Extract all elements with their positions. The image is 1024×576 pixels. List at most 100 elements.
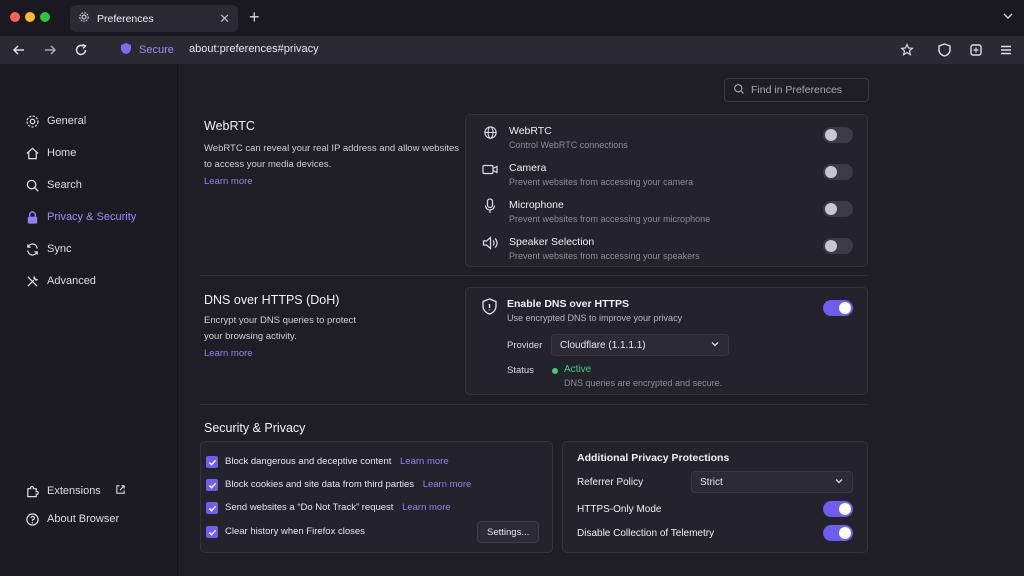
speaker-row-title: Speaker Selection (509, 236, 595, 248)
camera-toggle[interactable] (823, 164, 853, 180)
microphone-icon (482, 198, 498, 214)
sidebar-item-label: Privacy & Security (47, 211, 137, 223)
section-title-webrtc: WebRTC (204, 119, 255, 133)
back-arrow-icon[interactable] (11, 42, 27, 58)
sidebar-item-advanced[interactable]: Advanced (24, 272, 96, 290)
webrtc-toggle[interactable] (823, 127, 853, 143)
sidebar-item-general[interactable]: General (24, 112, 86, 130)
security-checks-card: Block dangerous and deceptive content Le… (200, 441, 553, 553)
external-link-icon (115, 484, 126, 498)
referrer-policy-value: Strict (700, 476, 723, 488)
search-icon (733, 83, 745, 98)
minimize-window-button[interactable] (25, 12, 35, 22)
check-label: Clear history when Firefox closes (225, 526, 365, 537)
close-tab-icon[interactable]: ✕ (219, 11, 230, 27)
microphone-row-title: Microphone (509, 199, 564, 211)
sidebar-item-privacy-security[interactable]: Privacy & Security (24, 208, 136, 226)
webrtc-learn-more-link[interactable]: Learn more (204, 176, 253, 187)
additional-protections-title: Additional Privacy Protections (577, 452, 730, 464)
sidebar-item-label: Advanced (47, 275, 96, 287)
telemetry-label: Disable Collection of Telemetry (577, 528, 715, 539)
shield-icon (481, 297, 497, 315)
referrer-policy-select[interactable]: Strict (691, 471, 853, 493)
check-label: Block cookies and site data from third p… (225, 479, 472, 490)
check-block-dangerous[interactable] (206, 456, 218, 468)
check-clear-history[interactable] (206, 526, 218, 538)
tab-title: Preferences (97, 12, 154, 25)
sidebar-item-extensions[interactable]: Extensions (24, 482, 126, 500)
provider-select[interactable]: Cloudflare (1.1.1.1) (551, 334, 729, 356)
section-desc-doh: Encrypt your DNS queries to protect your… (204, 315, 357, 342)
camera-icon (482, 161, 498, 177)
sidebar-item-sync[interactable]: Sync (24, 240, 71, 258)
sync-icon (24, 241, 40, 257)
learn-more-link[interactable]: Learn more (423, 479, 472, 490)
doh-enable-title: Enable DNS over HTTPS (507, 298, 629, 310)
shield-icon (120, 42, 132, 58)
provider-value: Cloudflare (1.1.1.1) (560, 339, 646, 351)
gear-icon (78, 11, 90, 26)
maximize-window-button[interactable] (40, 12, 50, 22)
tab-preferences[interactable]: Preferences ✕ (70, 5, 238, 32)
gear-icon (24, 113, 40, 129)
status-subtitle: DNS queries are encrypted and secure. (564, 378, 723, 388)
sidebar-item-label: Home (47, 147, 77, 159)
forward-arrow-icon[interactable] (42, 42, 58, 58)
close-window-button[interactable] (10, 12, 20, 22)
microphone-toggle[interactable] (823, 201, 853, 217)
sidebar-item-home[interactable]: Home (24, 144, 76, 162)
referrer-policy-label: Referrer Policy (577, 477, 644, 488)
sidebar-item-search[interactable]: Search (24, 176, 82, 194)
preferences-content: Find in Preferences WebRTC WebRTC can re… (179, 64, 1024, 576)
telemetry-toggle[interactable] (823, 525, 853, 541)
doh-enable-subtitle: Use encrypted DNS to improve your privac… (507, 313, 683, 323)
microphone-row-subtitle: Prevent websites from accessing your mic… (509, 214, 711, 224)
tools-icon (24, 273, 40, 289)
speaker-selection-toggle[interactable] (823, 238, 853, 254)
camera-row-subtitle: Prevent websites from accessing your cam… (509, 177, 694, 187)
history-settings-button[interactable]: Settings... (477, 521, 540, 543)
section-title-doh: DNS over HTTPS (DoH) (204, 293, 340, 307)
hamburger-menu-icon[interactable] (998, 42, 1014, 58)
doh-learn-more-link[interactable]: Learn more (204, 348, 253, 359)
learn-more-link[interactable]: Learn more (402, 502, 451, 513)
sidebar-item-about[interactable]: About Browser (24, 510, 119, 528)
extensions-icon[interactable] (968, 42, 984, 58)
check-label: Block dangerous and deceptive content Le… (225, 456, 449, 467)
provider-label: Provider (507, 340, 543, 351)
sidebar-item-label: About Browser (47, 513, 120, 525)
check-do-not-track[interactable] (206, 502, 218, 514)
doh-settings-card: Enable DNS over HTTPS Use encrypted DNS … (465, 287, 868, 395)
status-dot (552, 368, 558, 374)
learn-more-link[interactable]: Learn more (400, 456, 449, 467)
sidebar-item-label: Sync (47, 243, 72, 255)
home-icon (24, 145, 40, 161)
https-only-label: HTTPS-Only Mode (577, 504, 662, 515)
camera-row-title: Camera (509, 162, 547, 174)
help-circle-icon (24, 511, 40, 527)
section-title-security: Security & Privacy (204, 421, 306, 435)
secure-indicator[interactable]: Secure (120, 42, 174, 58)
chevron-down-icon (710, 339, 720, 352)
reload-icon[interactable] (73, 42, 89, 58)
puzzle-icon (24, 483, 40, 499)
new-tab-button[interactable]: + (249, 7, 260, 28)
star-icon[interactable] (899, 42, 915, 58)
check-block-cookies[interactable] (206, 479, 218, 491)
webrtc-settings-card: WebRTC Control WebRTC connections Camera… (465, 114, 868, 267)
shield-icon[interactable] (936, 42, 952, 58)
find-placeholder: Find in Preferences (751, 84, 843, 96)
status-value: Active (564, 364, 592, 375)
speaker-icon (482, 235, 498, 251)
status-label: Status (507, 365, 534, 376)
section-divider (200, 275, 868, 276)
speaker-row-subtitle: Prevent websites from accessing your spe… (509, 251, 700, 261)
webrtc-row-title: WebRTC (509, 125, 552, 137)
find-in-preferences-input[interactable]: Find in Preferences (724, 78, 869, 102)
https-only-toggle[interactable] (823, 501, 853, 517)
address-bar[interactable]: about:preferences#privacy (189, 43, 319, 55)
chevron-down-icon[interactable] (1002, 10, 1014, 25)
navigation-bar: Secure about:preferences#privacy (0, 36, 1024, 64)
doh-enable-toggle[interactable] (823, 300, 853, 316)
sidebar-item-label: Search (47, 179, 82, 191)
